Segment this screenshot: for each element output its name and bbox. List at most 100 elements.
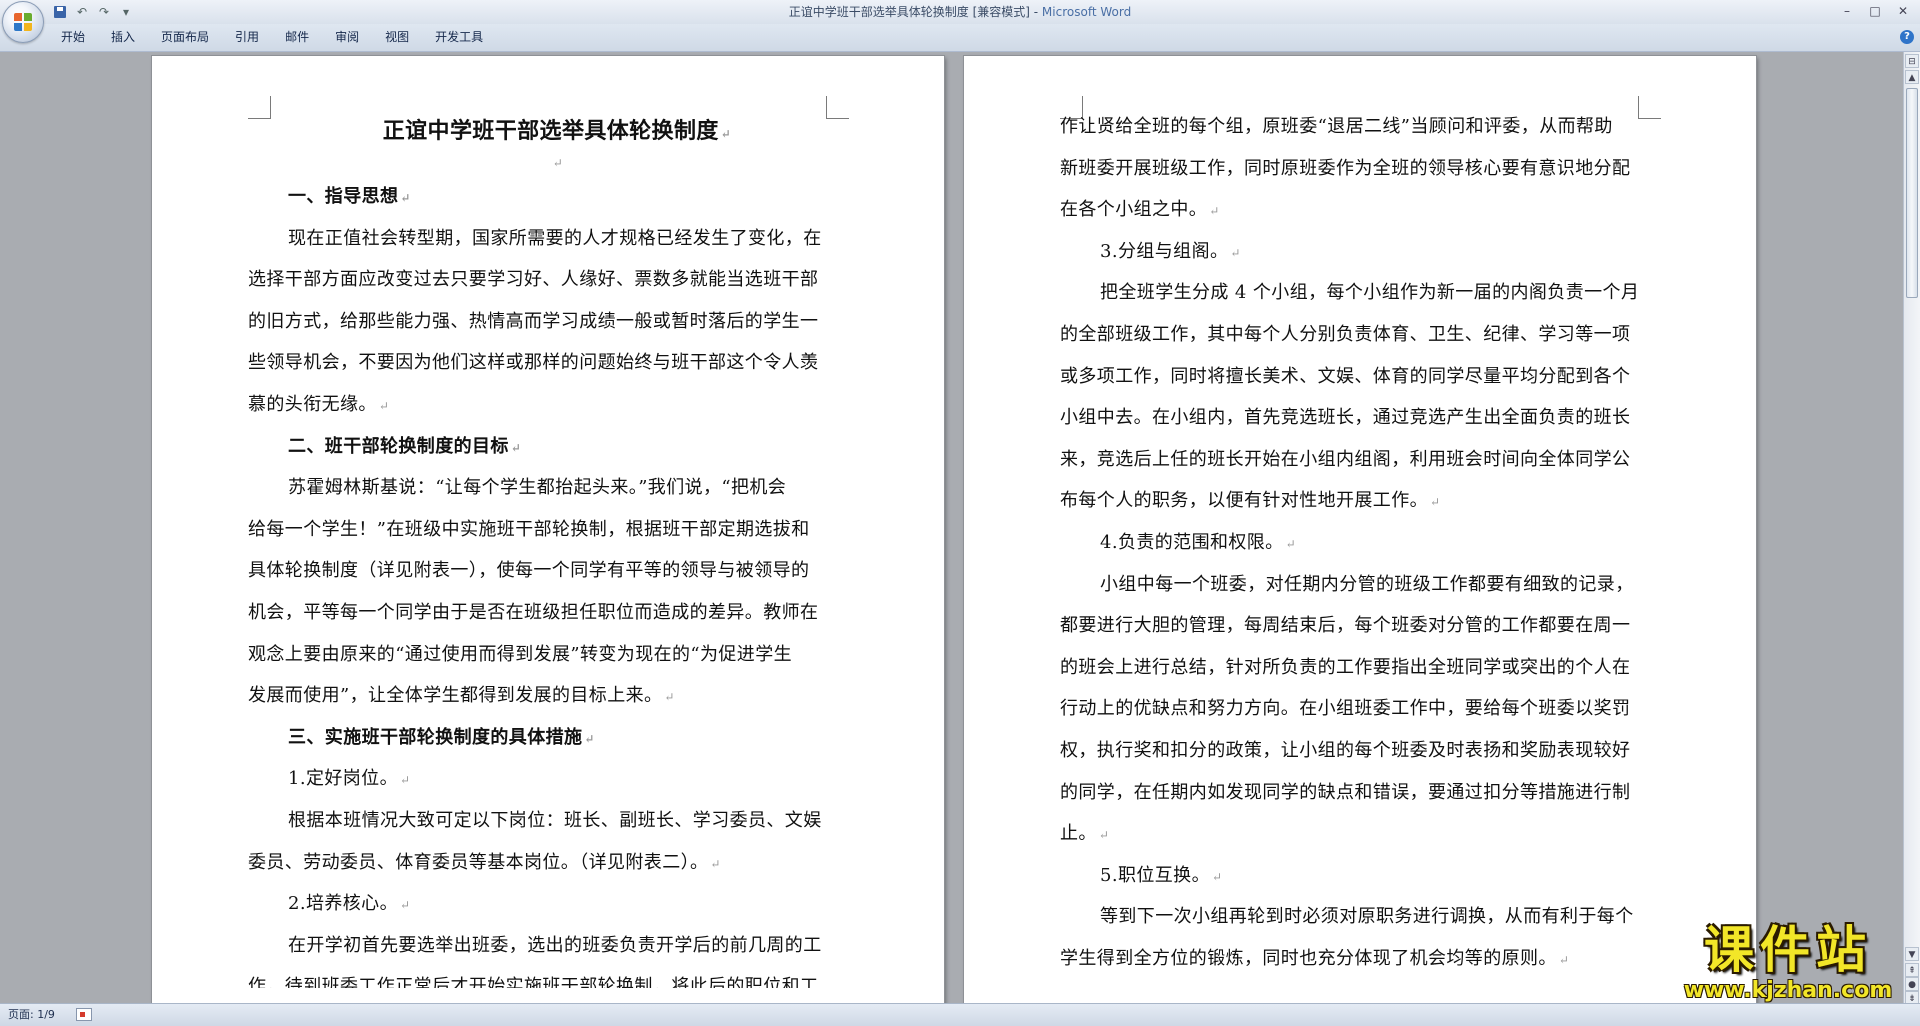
text-line: 作，待到班委工作正常后才开始实施班干部轮换制，将此后的职位和工 [248, 966, 866, 988]
page-1[interactable]: 正谊中学班干部选举具体轮换制度 ↵ ↵ 一、指导思想 ↵ 现在正值社会转型期，国家所需… [152, 56, 944, 1003]
ribbon-tab[interactable]: 插入 [98, 24, 148, 51]
document-title-heading: 正谊中学班干部选举具体轮换制度 ↵ [382, 118, 732, 144]
paragraph-mark: ↵ [552, 156, 564, 170]
line-text: 1.定好岗位。 [288, 768, 398, 790]
line-text: 2.培养核心。 [288, 893, 398, 915]
text-line: 作让贤给全班的每个组，原班委“退居二线”当顾问和评委，从而帮助 [1060, 106, 1678, 148]
ribbon-tabs: 开始 插入 页面布局 引用 邮件 审阅 视图 开发工具 [48, 24, 496, 51]
text-line: 观念上要由原来的“通过使用而得到发展”转变为现在的“为促进学生 [248, 634, 866, 676]
text-line: 来，竞选后上任的班长开始在小组内组阁，利用班会时间向全体同学公 [1060, 439, 1678, 481]
text-line: 都要进行大胆的管理，每周结束后，每个班委对分管的工作都要在周一 [1060, 605, 1678, 647]
scroll-thumb[interactable] [1906, 88, 1918, 298]
ribbon-tab[interactable]: 开始 [48, 24, 98, 51]
line-text: 给每一个学生！”在班级中实施班干部轮换制，根据班干部定期选拔和 [248, 518, 810, 540]
empty-paragraph: ↵ [248, 154, 866, 176]
ribbon-tab[interactable]: 邮件 [272, 24, 322, 51]
line-text: 委员、劳动委员、体育委员等基本岗位。（详见附表二）。 [248, 851, 709, 873]
text-line: 的旧方式，给那些能力强、热情高而学习成绩一般或暂时落后的学生一 [248, 301, 866, 343]
text-line: 5.职位互换。 ↵ [1060, 855, 1678, 897]
paragraph-mark: ↵ [399, 898, 411, 913]
office-button[interactable] [2, 1, 44, 43]
page-1-content[interactable]: 正谊中学班干部选举具体轮换制度 ↵ ↵ 一、指导思想 ↵ 现在正值社会转型期，国家所需… [248, 108, 866, 988]
paragraph-mark: ↵ [400, 191, 411, 205]
scroll-up-button[interactable]: ▲ [1905, 70, 1919, 84]
watermark-url: www.kjzhan.com [1683, 978, 1893, 1003]
text-line: 委员、劳动委员、体育委员等基本岗位。（详见附表二）。 ↵ [248, 842, 866, 884]
line-text: 在开学初首先要选举出班委，选出的班委负责开学后的前几周的工 [288, 934, 822, 956]
line-text: 根据本班情况大致可定以下岗位：班长、副班长、学习委员、文娱 [288, 809, 822, 831]
ribbon-tab[interactable]: 开发工具 [422, 24, 496, 51]
text-line: 慕的头衔无缘。 ↵ [248, 384, 866, 426]
text-line: 4.负责的范围和权限。 ↵ [1060, 522, 1678, 564]
line-text: 都要进行大胆的管理，每周结束后，每个班委对分管的工作都要在周一 [1060, 615, 1631, 637]
text-line: 机会，平等每一个同学由于是否在班级担任职位而造成的差异。教师在 [248, 592, 866, 634]
line-text: 作让贤给全班的每个组，原班委“退居二线”当顾问和评委，从而帮助 [1060, 116, 1613, 137]
page-2-content[interactable]: 作让贤给全班的每个组，原班委“退居二线”当顾问和评委，从而帮助 新班委开展班级工作… [1060, 106, 1678, 979]
document-title: 正谊中学班干部选举具体轮换制度 [兼容模式] - [788, 5, 1042, 19]
line-text: 或多项工作，同时将擅长美术、文娱、体育的同学尽量平均分配到各个 [1060, 365, 1631, 387]
paragraph-mark: ↵ [1098, 828, 1110, 843]
section-heading: 一、指导思想 ↵ [248, 176, 866, 218]
line-text: 的旧方式，给那些能力强、热情高而学习成绩一般或暂时落后的学生一 [248, 310, 819, 332]
text-line: 根据本班情况大致可定以下岗位：班长、副班长、学习委员、文娱 [248, 800, 866, 842]
line-text: 观念上要由原来的“通过使用而得到发展”转变为现在的“为促进学生 [248, 643, 793, 665]
text-line: 给每一个学生！”在班级中实施班干部轮换制，根据班干部定期选拔和 [248, 509, 866, 551]
ribbon-tab[interactable]: 视图 [372, 24, 422, 51]
paragraph-mark: ↵ [584, 731, 595, 746]
page-2[interactable]: 作让贤给全班的每个组，原班委“退居二线”当顾问和评委，从而帮助 新班委开展班级工作… [964, 56, 1756, 1003]
line-text: 在各个小组之中。 [1060, 199, 1208, 221]
paragraph-mark: ↵ [1285, 536, 1297, 551]
text-line: 的同学，在任期内如发现同学的缺点和错误，要通过扣分等措施进行制 [1060, 772, 1678, 814]
paragraph-mark: ↵ [1430, 495, 1441, 510]
line-text: 作，待到班委工作正常后才开始实施班干部轮换制，将此后的职位和工 [248, 976, 819, 989]
vertical-scrollbar[interactable]: ⊟ ▲ ▼ ⇞ ● ⇟ [1903, 52, 1920, 1005]
line-text: 小组中去。在小组内，首先竞选班长，通过竞选产生出全面负责的班长 [1060, 407, 1631, 429]
line-text: 新班委开展班级工作，同时原班委作为全班的领导核心要有意识地分配 [1060, 157, 1631, 179]
view-ruler-button[interactable]: ⊟ [1905, 54, 1919, 68]
line-text: 来，竞选后上任的班长开始在小组内组阁，利用班会时间向全体同学公 [1060, 448, 1631, 470]
paragraph-mark: ↵ [720, 127, 732, 141]
proofing-status-icon[interactable] [76, 1008, 92, 1021]
text-line: 权，执行奖和扣分的政策，让小组的每个班委及时表扬和奖励表现较好 [1060, 730, 1678, 772]
paragraph-mark: ↵ [510, 440, 522, 455]
previous-page-button[interactable]: ⇞ [1905, 963, 1919, 977]
ribbon-tab[interactable]: 引用 [222, 24, 272, 51]
text-line: 布每个人的职务，以便有针对性地开展工作。 ↵ [1060, 480, 1678, 522]
text-line: 具体轮换制度（详见附表一），使每一个同学有平等的领导与被领导的 [248, 550, 866, 592]
text-line: 行动上的优缺点和努力方向。在小组班委工作中，要给每个班委以奖罚 [1060, 688, 1678, 730]
site-watermark: 课件站 www.kjzhan.com [1670, 922, 1906, 1008]
page-count-indicator[interactable]: 页面: 1/9 [8, 1004, 55, 1026]
text-line: 把全班学生分成 4 个小组，每个小组作为新一届的内阁负责一个月 [1060, 272, 1678, 314]
document-area: 正谊中学班干部选举具体轮换制度 ↵ ↵ 一、指导思想 ↵ 现在正值社会转型期，国家所需… [0, 52, 1904, 1003]
select-browse-object-button[interactable]: ● [1905, 977, 1919, 991]
scroll-down-button[interactable]: ▼ [1905, 947, 1919, 961]
title-bar: ↶ ↷ ▾ 正谊中学班干部选举具体轮换制度 [兼容模式] - Microsoft… [0, 0, 1920, 25]
line-text: 3.分组与组阁。 [1100, 240, 1229, 262]
paragraph-mark: ↵ [378, 398, 390, 413]
window-title: 正谊中学班干部选举具体轮换制度 [兼容模式] - Microsoft Word [0, 0, 1920, 24]
text-line: 的全部班级工作，其中每个人分别负责体育、卫生、纪律、学习等一项 [1060, 314, 1678, 356]
window-controls: – □ ✕ [1834, 2, 1916, 20]
paragraph-mark: ↵ [1230, 245, 1241, 260]
line-text: 权，执行奖和扣分的政策，让小组的每个班委及时表扬和奖励表现较好 [1060, 739, 1631, 761]
watermark-logo-text: 课件站 [1704, 921, 1872, 979]
close-button[interactable]: ✕ [1890, 2, 1916, 20]
app-name: Microsoft Word [1041, 5, 1132, 19]
text-line: 小组中去。在小组内，首先竞选班长，通过竞选产生出全面负责的班长 [1060, 397, 1678, 439]
ribbon-tab[interactable]: 审阅 [322, 24, 372, 51]
ribbon-tab[interactable]: 页面布局 [148, 24, 222, 51]
minimize-button[interactable]: – [1834, 2, 1860, 20]
line-text: 二、班干部轮换制度的目标 [288, 435, 509, 457]
line-text: 的全部班级工作，其中每个人分别负责体育、卫生、纪律、学习等一项 [1060, 323, 1631, 345]
help-icon[interactable]: ? [1900, 30, 1914, 44]
paragraph-mark: ↵ [710, 856, 721, 871]
line-text: 的班会上进行总结，针对所负责的工作要指出全班同学或突出的个人在 [1060, 656, 1631, 678]
paragraph-mark: ↵ [399, 773, 411, 788]
line-text: 苏霍姆林斯基说：“让每个学生都抬起头来。”我们说，“把机会 [288, 477, 787, 499]
maximize-button[interactable]: □ [1862, 2, 1888, 20]
line-text: 把全班学生分成 4 个小组，每个小组作为新一届的内阁负责一个月 [1100, 282, 1640, 304]
line-text: 4.负责的范围和权限。 [1100, 531, 1284, 553]
line-text: 机会，平等每一个同学由于是否在班级担任职位而造成的差异。教师在 [248, 601, 819, 623]
text-line: 发展而使用”，让全体学生都得到发展的目标上来。 ↵ [248, 675, 866, 717]
paragraph-mark: ↵ [1211, 869, 1223, 884]
